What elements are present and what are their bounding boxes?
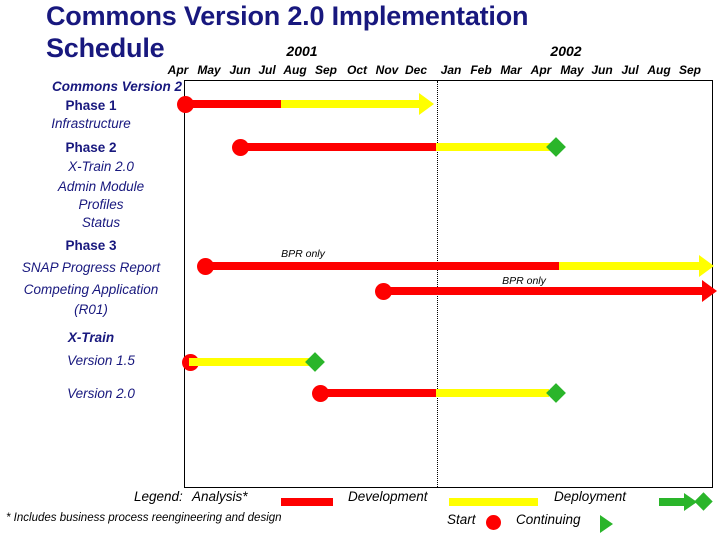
- legend-analysis-swatch: [281, 498, 333, 506]
- gantt-bar-segment: [204, 262, 559, 270]
- month-label: Feb: [470, 63, 492, 77]
- month-label: Aug: [647, 63, 671, 77]
- month-label: Apr: [167, 63, 189, 77]
- legend-item-continuing-label: Continuing: [516, 512, 581, 527]
- year-label-2002: 2002: [550, 43, 582, 59]
- task-label: X-Train 2.0: [68, 159, 134, 174]
- gantt-bar-segment: [189, 358, 314, 366]
- legend-item-development-label: Development: [348, 489, 428, 504]
- legend-start-dot-icon: [486, 515, 501, 530]
- task-label: Infrastructure: [51, 116, 131, 131]
- legend-item-start-label: Start: [447, 512, 476, 527]
- legend-footnote: * Includes business process reengineerin…: [6, 512, 282, 524]
- month-label: Oct: [346, 63, 368, 77]
- month-label: Jan: [440, 63, 462, 77]
- month-label: Sep: [314, 63, 338, 77]
- year-label-2001: 2001: [286, 43, 318, 59]
- task-label: Commons Version 2: [51, 79, 182, 94]
- continuing-arrow-icon: [702, 280, 717, 302]
- gantt-bar-segment: [436, 143, 556, 151]
- task-label: Status: [81, 215, 121, 230]
- task-label: (R01): [74, 302, 108, 317]
- legend-item-analysis-label: Analysis*: [192, 489, 248, 504]
- month-label: Dec: [404, 63, 428, 77]
- slide-canvas: Commons Version 2.0 Implementation Sched…: [0, 0, 720, 540]
- task-label: Competing Application: [23, 282, 159, 297]
- gantt-plot-area: [184, 80, 713, 488]
- gantt-bar-segment: [559, 262, 699, 270]
- task-label: Phase 3: [65, 238, 117, 253]
- gantt-bar-segment: [239, 143, 436, 151]
- month-label: May: [197, 63, 221, 77]
- continuing-arrow-icon: [419, 93, 434, 115]
- task-label: Version 2.0: [67, 386, 135, 401]
- bar-annotation: BPR only: [502, 275, 546, 287]
- legend: Legend: Analysis* Development Deployment…: [0, 488, 720, 540]
- task-label: Phase 2: [65, 140, 117, 155]
- month-label: Mar: [500, 63, 522, 77]
- task-label: Admin Module: [57, 179, 145, 194]
- legend-item-deployment-label: Deployment: [554, 489, 627, 504]
- gantt-bar-segment: [319, 389, 436, 397]
- gantt-bar-segment: [382, 287, 702, 295]
- month-label: Sep: [678, 63, 702, 77]
- month-label: Jul: [258, 63, 276, 77]
- task-label: Profiles: [78, 197, 124, 212]
- month-label: Jun: [591, 63, 613, 77]
- year-divider-line: [437, 81, 438, 487]
- bar-annotation: BPR only: [281, 248, 325, 260]
- task-label: Phase 1: [65, 98, 117, 113]
- task-label-column: Commons Version 2 Phase 1 Infrastructure Ph…: [0, 79, 182, 419]
- task-label: SNAP Progress Report: [21, 260, 161, 275]
- legend-continuing-arrow-icon: [600, 515, 613, 533]
- month-label: Jul: [621, 63, 639, 77]
- month-label: Aug: [283, 63, 307, 77]
- gantt-bar-segment: [436, 389, 549, 397]
- task-label: X-Train: [67, 330, 115, 345]
- task-label: Version 1.5: [67, 353, 135, 368]
- legend-title: Legend:: [134, 489, 183, 504]
- page-title: Commons Version 2.0 Implementation Sched…: [46, 1, 529, 63]
- continuing-arrow-icon: [699, 255, 714, 277]
- gantt-bar-segment: [184, 100, 281, 108]
- month-label: Jun: [229, 63, 251, 77]
- month-label: Apr: [530, 63, 552, 77]
- legend-deployment-diamond-icon: [694, 492, 713, 511]
- legend-development-swatch: [449, 498, 538, 506]
- gantt-bar-segment: [281, 100, 419, 108]
- month-label: Nov: [375, 63, 399, 77]
- month-label: May: [560, 63, 584, 77]
- month-axis: Apr May Jun Jul Aug Sep Oct Nov Dec Jan Feb Mar Apr M…: [163, 63, 714, 79]
